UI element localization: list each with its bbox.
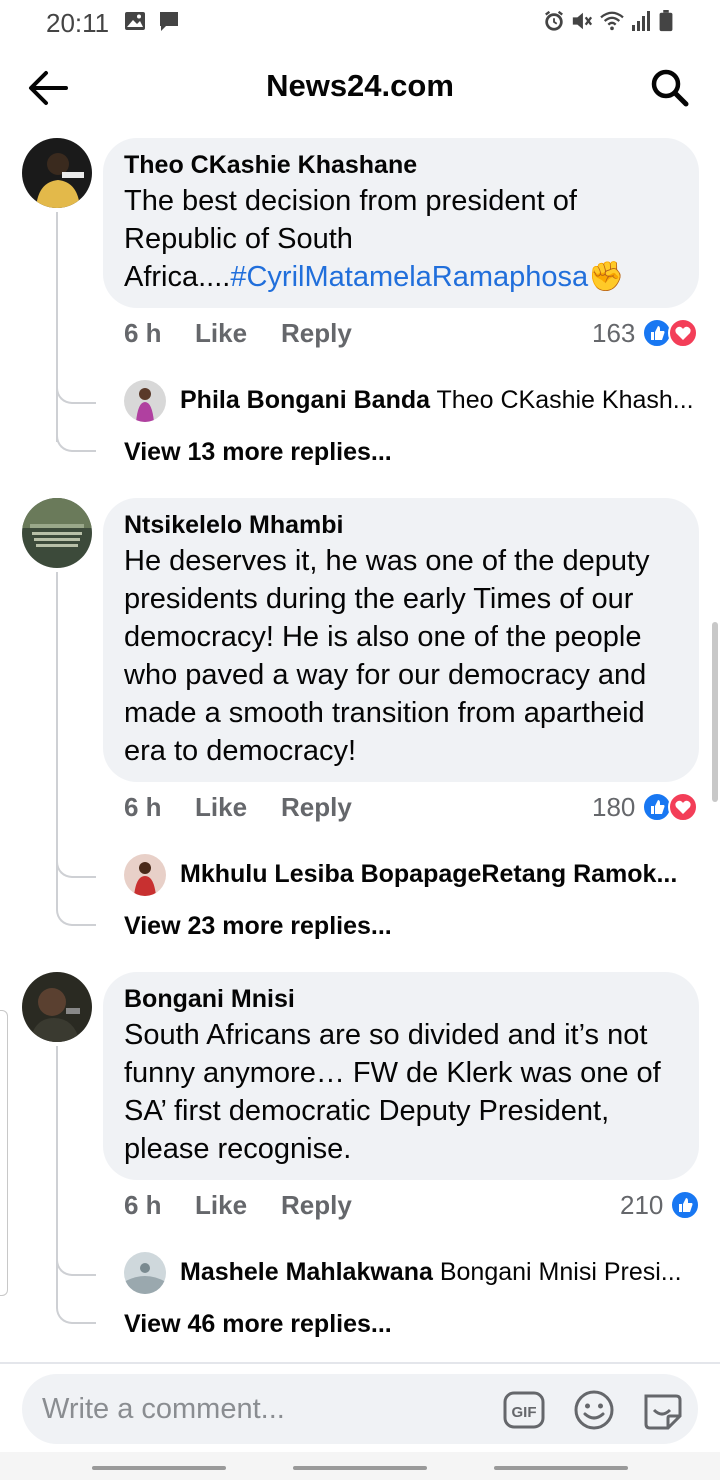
reaction-count[interactable]: 180	[592, 792, 635, 823]
sticker-icon	[644, 1394, 682, 1430]
comment-time: 6 h	[124, 792, 162, 822]
emoji-icon	[574, 1390, 614, 1430]
profile-photo	[124, 1252, 166, 1294]
image-icon	[125, 12, 145, 30]
reply-avatar[interactable]	[124, 854, 166, 896]
view-more-replies-link[interactable]: View 13 more replies...	[124, 438, 392, 467]
comment-text: South Africans are so divided and it’s n…	[124, 1019, 661, 1165]
like-button[interactable]: Like	[195, 1190, 247, 1221]
gif-icon: GIF	[503, 1391, 545, 1429]
comment-time: 6 h	[124, 318, 162, 348]
avatar[interactable]	[22, 498, 92, 568]
reply-author[interactable]: Mashele Mahlakwana	[180, 1258, 433, 1286]
comment-author[interactable]: Ntsikelelo Mhambi	[124, 510, 679, 540]
reply-button[interactable]: Reply	[281, 318, 352, 349]
thread-line	[56, 212, 58, 442]
reply-connector	[56, 1250, 96, 1276]
profile-photo	[22, 498, 92, 568]
love-reaction-icon	[668, 792, 698, 822]
reply-connector	[56, 378, 96, 404]
system-nav-bar	[0, 1452, 720, 1480]
comment-time: 6 h	[124, 1190, 162, 1220]
composer-divider	[0, 1362, 720, 1364]
profile-photo	[124, 854, 166, 896]
reply-avatar[interactable]	[124, 1252, 166, 1294]
like-button[interactable]: Like	[195, 792, 247, 823]
signal-icon	[632, 11, 650, 31]
fist-emoji-icon: ✊	[588, 261, 625, 293]
battery-icon	[659, 10, 673, 32]
comment-text: He deserves it, he was one of the deputy…	[124, 545, 650, 767]
comment-input[interactable]	[42, 1386, 482, 1432]
status-bar: 20:11	[0, 0, 720, 46]
reply-snippet: Bongani Mnisi Presi...	[439, 1258, 682, 1286]
gif-label: GIF	[512, 1404, 537, 1421]
scrollbar[interactable]	[712, 622, 718, 802]
wifi-icon	[600, 11, 624, 31]
comment-bubble[interactable]: Theo CKashie Khashane The best decision …	[103, 138, 699, 308]
reply-connector	[56, 852, 96, 878]
nav-recents-button[interactable]	[92, 1466, 226, 1470]
comment-actions: 6 h Like Reply 210	[124, 1190, 700, 1230]
status-time: 20:11	[46, 8, 110, 38]
mute-icon	[572, 12, 593, 30]
avatar[interactable]	[22, 972, 92, 1042]
comment-actions: 6 h Like Reply 180	[124, 792, 700, 832]
comment-author[interactable]: Theo CKashie Khashane	[124, 150, 679, 180]
profile-photo	[124, 380, 166, 422]
nav-back-button[interactable]	[494, 1466, 628, 1470]
like-button[interactable]: Like	[195, 318, 247, 349]
comment-bubble[interactable]: Bongani Mnisi South Africans are so divi…	[103, 972, 699, 1180]
page-title: News24.com	[266, 68, 454, 103]
gif-button[interactable]: GIF	[502, 1388, 546, 1432]
comment-author[interactable]: Bongani Mnisi	[124, 984, 679, 1014]
like-reaction-icon	[670, 1190, 700, 1220]
reply-connector	[56, 1296, 96, 1324]
sticker-button[interactable]	[640, 1388, 684, 1432]
reply-avatar[interactable]	[124, 380, 166, 422]
search-icon	[651, 69, 689, 107]
reply-author[interactable]: Phila Bongani Banda	[180, 386, 430, 414]
avatar[interactable]	[22, 138, 92, 208]
reply-preview[interactable]: Mashele Mahlakwana Bongani Mnisi Presi..…	[124, 1252, 700, 1296]
reply-author[interactable]: Mkhulu Lesiba BopapageRetang Ramok...	[180, 860, 677, 888]
love-reaction-icon	[668, 318, 698, 348]
profile-photo	[22, 972, 92, 1042]
reply-snippet: Theo CKashie Khash...	[436, 386, 694, 414]
nav-home-button[interactable]	[293, 1466, 427, 1470]
message-icon	[160, 12, 178, 31]
emoji-button[interactable]	[572, 1388, 616, 1432]
comment-bubble[interactable]: Ntsikelelo Mhambi He deserves it, he was…	[103, 498, 699, 782]
reply-button[interactable]: Reply	[281, 1190, 352, 1221]
reply-preview[interactable]: Mkhulu Lesiba BopapageRetang Ramok...	[124, 854, 700, 898]
comment-composer: GIF	[22, 1374, 698, 1444]
comment-text: The best decision from president of Repu…	[124, 185, 625, 293]
hashtag-link[interactable]: #CyrilMatamelaRamaphosa	[230, 261, 588, 293]
reaction-count[interactable]: 210	[620, 1190, 663, 1221]
reply-preview[interactable]: Phila Bongani Banda Theo CKashie Khash..…	[124, 380, 700, 424]
reply-button[interactable]: Reply	[281, 792, 352, 823]
edge-panel-handle[interactable]	[0, 1010, 8, 1296]
view-more-replies-link[interactable]: View 23 more replies...	[124, 912, 392, 941]
profile-photo	[22, 138, 92, 208]
search-button[interactable]	[648, 66, 692, 110]
reaction-count[interactable]: 163	[592, 318, 635, 349]
reply-connector	[56, 898, 96, 926]
reply-connector	[56, 424, 96, 452]
comment-actions: 6 h Like Reply 163	[124, 318, 700, 358]
view-more-replies-link[interactable]: View 46 more replies...	[124, 1310, 392, 1339]
alarm-icon	[545, 10, 563, 31]
app-header: News24.com	[0, 56, 720, 120]
